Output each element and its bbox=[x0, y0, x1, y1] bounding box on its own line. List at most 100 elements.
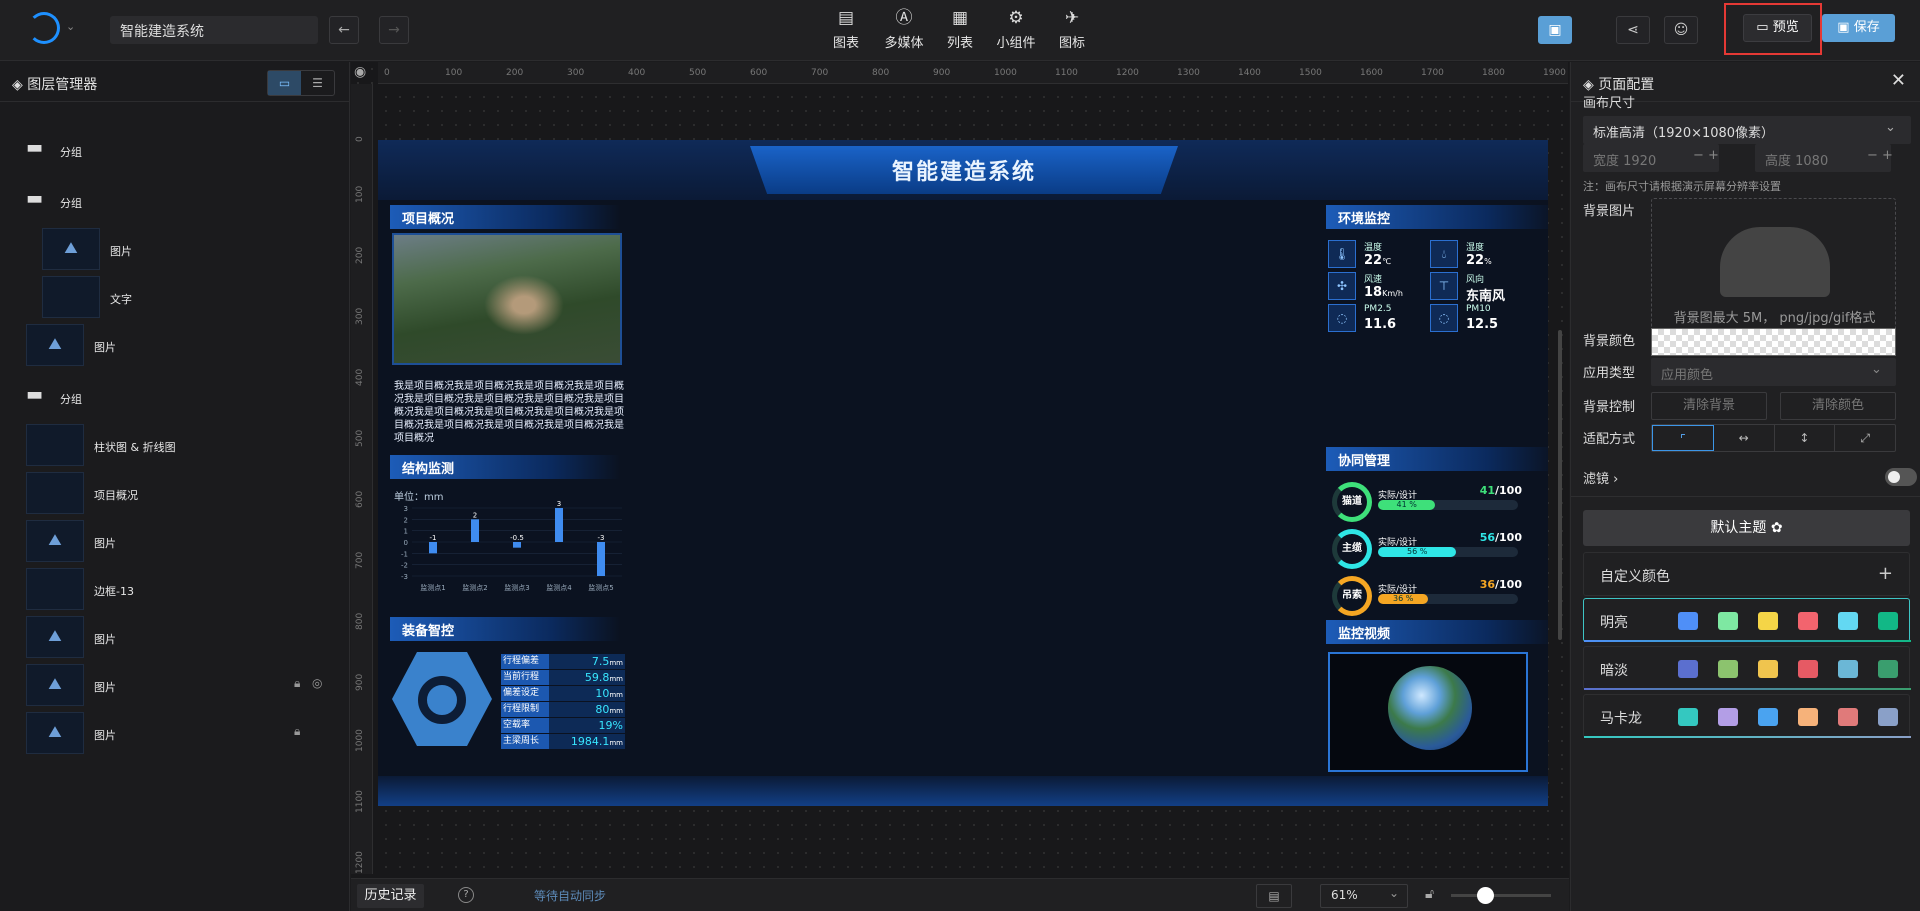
coop-progress-bar: 41 % bbox=[1378, 500, 1518, 510]
env-value: 22℃ bbox=[1364, 253, 1391, 268]
layer-item[interactable]: 柱状图 & 折线图 bbox=[0, 418, 348, 468]
fit-height-icon[interactable]: ↕ bbox=[1775, 425, 1836, 451]
tool-media[interactable]: Ⓐ 多媒体 bbox=[874, 8, 934, 51]
custom-color-row[interactable]: 自定义颜色 + bbox=[1583, 552, 1910, 596]
clear-color-button[interactable]: 清除颜色 bbox=[1780, 392, 1896, 420]
fit-free-icon[interactable]: ⌜ bbox=[1652, 425, 1714, 451]
color-swatch bbox=[1838, 660, 1858, 678]
canvas-size-select[interactable]: 标准高清（1920×1080像素） bbox=[1583, 116, 1911, 144]
palette-option[interactable]: 明亮 bbox=[1583, 598, 1911, 642]
layer-item[interactable]: ▬ 分组 bbox=[0, 370, 348, 420]
lock-icon[interactable]: 🔒︎ bbox=[294, 724, 300, 739]
minimap-button[interactable]: ▤ bbox=[1256, 884, 1292, 908]
lock-icon[interactable]: 🔒︎ bbox=[294, 676, 300, 691]
env-number: 22 bbox=[1466, 253, 1485, 268]
ruler-tick: 1100 bbox=[355, 790, 365, 813]
layer-item[interactable]: ⛰ 图片 bbox=[0, 318, 348, 368]
layer-item[interactable]: ⛰ 图片 bbox=[0, 610, 348, 660]
overview-title: 项目概况 bbox=[390, 205, 620, 229]
layer-item[interactable]: ▬ 分组 bbox=[0, 123, 348, 173]
tool-chart[interactable]: ▤ 图表 bbox=[816, 8, 876, 51]
window-icon: ▭ bbox=[1756, 20, 1773, 35]
equipment-number: 10 bbox=[595, 687, 610, 700]
equipment-row: 当前行程 59.8mm bbox=[501, 670, 625, 685]
plus-icon[interactable]: + bbox=[1878, 563, 1893, 584]
apply-type-select[interactable]: 应用颜色 bbox=[1651, 358, 1896, 386]
redo-button[interactable]: → bbox=[379, 16, 409, 44]
coop-actual: 56 bbox=[1479, 531, 1496, 544]
divider bbox=[1571, 496, 1920, 497]
structure-title: 结构监测 bbox=[390, 455, 620, 479]
board-footer bbox=[378, 776, 1548, 806]
height-stepper[interactable]: − + bbox=[1867, 148, 1893, 163]
layer-label: 柱状图 & 折线图 bbox=[94, 441, 176, 454]
fit-width-icon[interactable]: ↔ bbox=[1714, 425, 1775, 451]
layer-item[interactable]: ⛰ 图片 🔒︎ ◎ bbox=[0, 658, 348, 708]
layout-toggle-button[interactable]: ▣ bbox=[1538, 16, 1572, 44]
save-button[interactable]: ▣ 保存 bbox=[1822, 14, 1895, 42]
chevron-down-icon[interactable]: ⌄ bbox=[66, 20, 75, 33]
history-button[interactable]: 历史记录 bbox=[357, 884, 424, 908]
layer-item[interactable]: 文字 bbox=[0, 270, 348, 320]
help-icon[interactable]: ? bbox=[458, 887, 474, 903]
x-tick-label: 监测点5 bbox=[588, 583, 613, 592]
layer-item[interactable]: ⛰ 图片 🔒︎ bbox=[0, 706, 348, 756]
layer-thumbnail bbox=[26, 472, 84, 514]
ruler-tick: 800 bbox=[355, 612, 365, 630]
filter-toggle[interactable] bbox=[1885, 468, 1917, 486]
env-name: PM10 bbox=[1466, 304, 1491, 314]
bg-color-picker[interactable] bbox=[1651, 328, 1896, 356]
zoom-slider[interactable] bbox=[1451, 887, 1551, 904]
color-swatch bbox=[1718, 708, 1738, 726]
palette-option[interactable]: 马卡龙 bbox=[1583, 694, 1911, 738]
project-name-input[interactable]: 智能建造系统 bbox=[110, 16, 318, 44]
eye-hidden-icon[interactable]: ◎ bbox=[312, 676, 322, 690]
layer-item[interactable]: 项目概况 bbox=[0, 466, 348, 516]
palette-option[interactable]: 暗淡 bbox=[1583, 646, 1911, 690]
zoom-select[interactable]: 61% bbox=[1320, 884, 1408, 908]
layer-label: 分组 bbox=[60, 197, 82, 210]
layer-item[interactable]: ⛰ 图片 bbox=[0, 514, 348, 564]
default-theme-button[interactable]: 默认主题 ✿ bbox=[1583, 510, 1910, 546]
zoom-slider-handle[interactable] bbox=[1477, 887, 1494, 904]
width-stepper[interactable]: − + bbox=[1693, 148, 1719, 163]
app-logo-icon[interactable] bbox=[28, 12, 60, 44]
palette-icon: ✿ bbox=[1770, 520, 1783, 536]
list-view-icon[interactable]: ☰ bbox=[301, 71, 334, 95]
lock-icon[interactable]: 🔓︎ bbox=[1425, 886, 1434, 902]
media-icon: Ⓐ bbox=[895, 8, 913, 28]
ruler-tick: 700 bbox=[811, 68, 829, 78]
env-name: 风速 bbox=[1364, 275, 1383, 285]
color-swatch bbox=[1758, 708, 1778, 726]
preview-button[interactable]: ▭ 预览 bbox=[1743, 14, 1812, 42]
layer-item[interactable]: 边框-13 bbox=[0, 562, 348, 612]
equipment-key: 当前行程 bbox=[501, 670, 549, 685]
undo-button[interactable]: ← bbox=[329, 16, 359, 44]
env-unit: ℃ bbox=[1382, 257, 1392, 266]
tool-icon[interactable]: ✈ 图标 bbox=[1042, 8, 1102, 51]
layer-item[interactable]: ⛰ 图片 bbox=[0, 222, 348, 272]
vertical-scrollbar[interactable] bbox=[1558, 330, 1562, 640]
list-icon: ▦ bbox=[951, 8, 969, 28]
layer-view-toggle[interactable]: ▭ ☰ bbox=[267, 70, 335, 96]
ruler-tick: 700 bbox=[355, 551, 365, 569]
equipment-unit: mm bbox=[609, 739, 623, 747]
dashboard-board[interactable]: 智能建造系统 项目概况 我是项目概况我是项目概况我是项目概况我是项目概况我是项目… bbox=[378, 140, 1548, 806]
env-item: ⊤ 风向 东南风 bbox=[1430, 270, 1540, 306]
filter-label[interactable]: 滤镜 › bbox=[1583, 468, 1618, 487]
env-icon: ⊤ bbox=[1430, 272, 1458, 300]
close-icon[interactable]: ✕ bbox=[1891, 70, 1906, 91]
layer-thumbnail: ⛰ bbox=[26, 324, 84, 366]
coop-item: 吊索 实际/设计 36/100 36 % bbox=[1332, 576, 1522, 620]
share-button[interactable]: ⋖ bbox=[1616, 16, 1650, 44]
clear-bg-button[interactable]: 清除背景 bbox=[1651, 392, 1767, 420]
layer-item[interactable]: ▬ 分组 bbox=[0, 174, 348, 224]
user-button[interactable]: ☺ bbox=[1664, 16, 1698, 44]
fit-full-icon[interactable]: ⤢ bbox=[1835, 425, 1895, 451]
thumbnail-view-icon[interactable]: ▭ bbox=[268, 71, 301, 95]
tool-widget[interactable]: ⚙ 小组件 bbox=[986, 8, 1046, 51]
eye-icon[interactable]: ◉ bbox=[354, 64, 366, 80]
color-swatch bbox=[1678, 708, 1698, 726]
tool-list[interactable]: ▦ 列表 bbox=[930, 8, 990, 51]
coop-progress-fill: 41 % bbox=[1378, 500, 1436, 510]
